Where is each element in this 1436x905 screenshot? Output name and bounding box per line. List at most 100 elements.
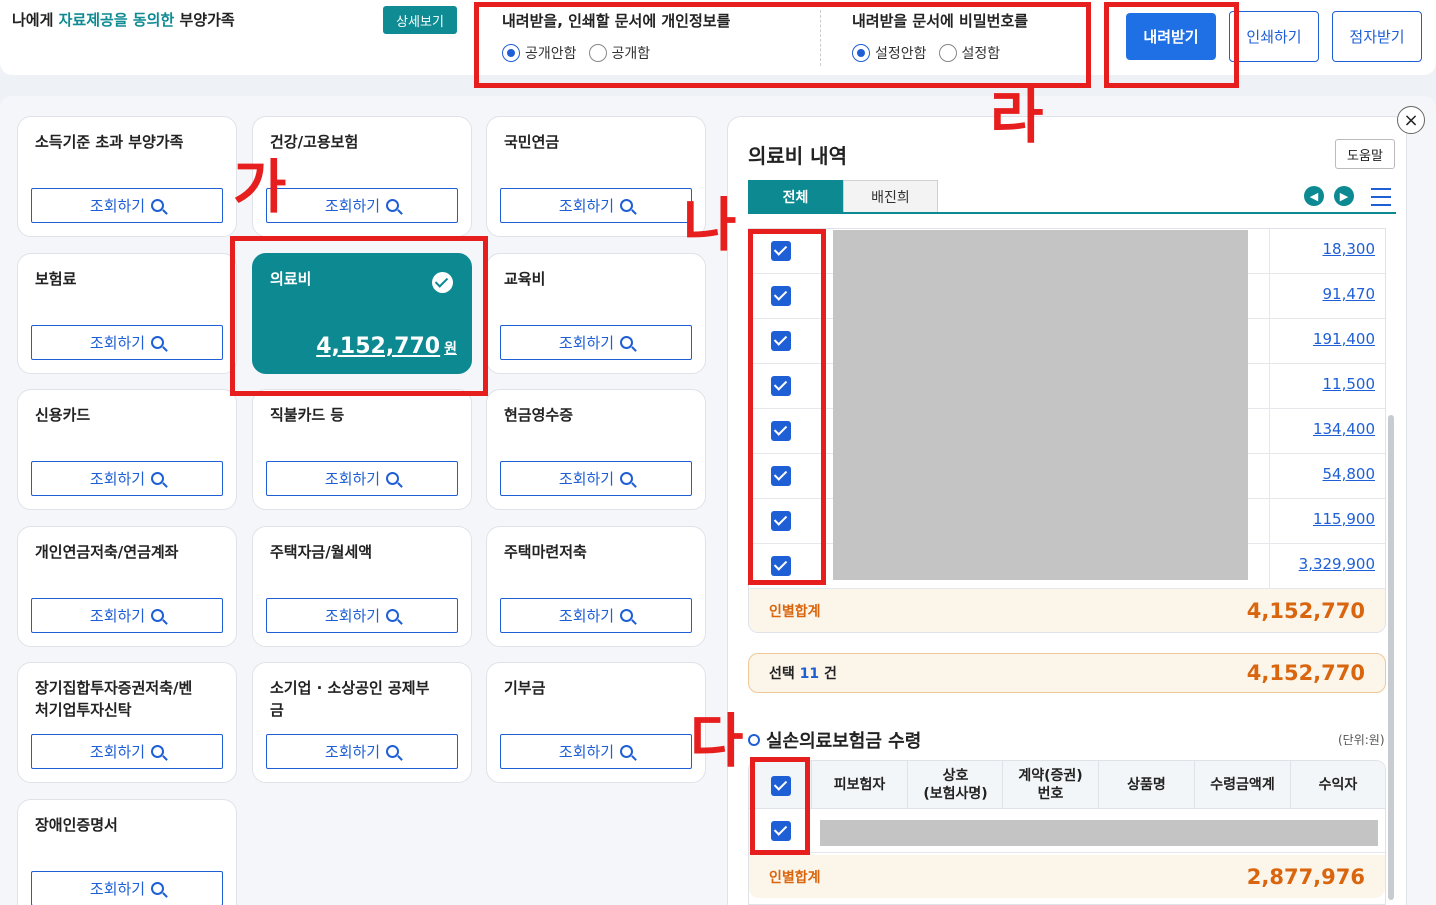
query-button[interactable]: 조회하기 [500,734,692,769]
annotation-box-na [748,229,826,585]
query-button[interactable]: 조회하기 [266,734,458,769]
card-title: 현금영수증 [504,406,574,424]
insurance-subtotal-value: 2,877,976 [1246,864,1365,889]
menu-icon[interactable] [1371,188,1391,206]
card-title: 보험료 [35,270,77,288]
detail-view-button[interactable]: 상세보기 [383,6,457,34]
selection-count-label: 선택 11 건 [769,666,837,682]
page-title: 나에게 자료제공을 동의한 부양가족 [12,11,235,29]
selection-summary: 선택 11 건 4,152,770 [748,653,1386,693]
bullet-icon [748,734,760,746]
query-button[interactable]: 조회하기 [31,871,223,905]
person-tabs: 전체 배진희 [748,180,938,213]
subtotal-value: 4,152,770 [1246,598,1365,623]
category-card[interactable]: 장기집합투자증권저축/벤처기업투자신탁조회하기 [17,662,237,783]
search-icon [620,336,634,349]
chevron-right-icon[interactable]: ▶ [1334,186,1354,206]
redacted-row [820,820,1378,846]
amount-link[interactable]: 18,300 [1323,240,1376,258]
close-icon[interactable]: × [1397,106,1425,134]
search-icon [620,745,634,758]
amount-link[interactable]: 54,800 [1323,465,1376,483]
category-card[interactable]: 보험료조회하기 [17,253,237,374]
card-title: 주택마련저축 [504,543,587,561]
search-icon [151,745,165,758]
query-button[interactable]: 조회하기 [500,461,692,496]
column-header: 수령금액계 [1194,761,1290,809]
query-button[interactable]: 조회하기 [500,188,692,223]
card-title: 직불카드 등 [270,406,345,424]
search-icon [386,472,400,485]
category-card[interactable]: 장애인증명서조회하기 [17,799,237,905]
amount-link[interactable]: 134,400 [1313,420,1375,438]
annotation-label-ra: 라 [990,83,1044,151]
query-button[interactable]: 조회하기 [31,598,223,633]
column-header: 상호 (보험사명) [907,761,1003,809]
card-title: 교육비 [504,270,546,288]
query-button[interactable]: 조회하기 [31,461,223,496]
category-card[interactable]: 직불카드 등조회하기 [252,389,472,510]
insurance-subtotal-bar: 인별합계 2,877,976 [749,855,1385,898]
card-title: 장기집합투자증권저축/벤처기업투자신탁 [35,679,193,719]
amount-link[interactable]: 3,329,900 [1299,555,1375,573]
amount-link[interactable]: 11,500 [1323,375,1376,393]
query-button[interactable]: 조회하기 [31,734,223,769]
category-card[interactable]: 국민연금 조회하기 [486,116,706,237]
category-card[interactable]: 주택자금/월세액조회하기 [252,526,472,647]
category-card[interactable]: 소기업 · 소상공인 공제부금조회하기 [252,662,472,783]
search-icon [151,336,165,349]
category-card[interactable]: 주택마련저축조회하기 [486,526,706,647]
search-icon [620,609,634,622]
card-title: 소기업 · 소상공인 공제부금 [270,679,430,719]
card-title: 주택자금/월세액 [270,543,373,561]
card-title: 신용카드 [35,406,91,424]
search-icon [151,882,165,895]
annotation-box-da [750,757,810,855]
annotation-box-ga [230,236,488,396]
tab-all[interactable]: 전체 [748,180,843,213]
search-icon [151,609,165,622]
help-button[interactable]: 도움말 [1335,139,1395,169]
card-title: 개인연금저축/연금계좌 [35,543,179,561]
amount-link[interactable]: 91,470 [1323,285,1376,303]
query-button[interactable]: 조회하기 [31,325,223,360]
braille-button[interactable]: 점자받기 [1332,11,1422,62]
category-card[interactable]: 개인연금저축/연금계좌조회하기 [17,526,237,647]
search-icon [386,199,400,212]
unit-note: (단위:원) [1338,733,1385,747]
query-button[interactable]: 조회하기 [500,598,692,633]
amount-link[interactable]: 191,400 [1313,330,1375,348]
search-icon [620,472,634,485]
amount-link[interactable]: 115,900 [1313,510,1375,528]
category-card[interactable]: 현금영수증조회하기 [486,389,706,510]
search-icon [151,199,165,212]
scrollbar[interactable] [1388,415,1394,900]
column-header: 상품명 [1098,761,1194,809]
annotation-box-ra [1104,2,1239,88]
card-title: 장애인증명서 [35,816,118,834]
query-button[interactable]: 조회하기 [266,188,458,223]
print-button[interactable]: 인쇄하기 [1229,11,1319,62]
chevron-left-icon[interactable]: ◀ [1304,186,1324,206]
redacted-area [833,230,1248,580]
subtotal-bar: 인별합계 4,152,770 [749,589,1385,632]
category-card[interactable]: 기부금조회하기 [486,662,706,783]
insurance-section-title: 실손의료보험금 수령 [748,727,921,753]
query-button[interactable]: 조회하기 [266,461,458,496]
search-icon [620,199,634,212]
annotation-label-na: 나 [683,191,737,259]
category-card[interactable]: 소득기준 초과 부양가족 조회하기 [17,116,237,237]
column-header: 피보험자 [811,761,907,809]
column-header: 수익자 [1290,761,1385,809]
tab-person[interactable]: 배진희 [843,180,938,213]
query-button[interactable]: 조회하기 [500,325,692,360]
query-button[interactable]: 조회하기 [266,598,458,633]
annotation-label-da: 다 [690,707,744,775]
category-card[interactable]: 신용카드조회하기 [17,389,237,510]
card-title: 기부금 [504,679,546,697]
insurance-table-header: 피보험자 상호 (보험사명) 계약(증권) 번호 상품명 수령금액계 수익자 [749,761,1385,809]
query-button[interactable]: 조회하기 [31,188,223,223]
panel-title: 의료비 내역 [748,144,847,168]
category-card[interactable]: 교육비조회하기 [486,253,706,374]
selection-total: 4,152,770 [1246,661,1365,685]
